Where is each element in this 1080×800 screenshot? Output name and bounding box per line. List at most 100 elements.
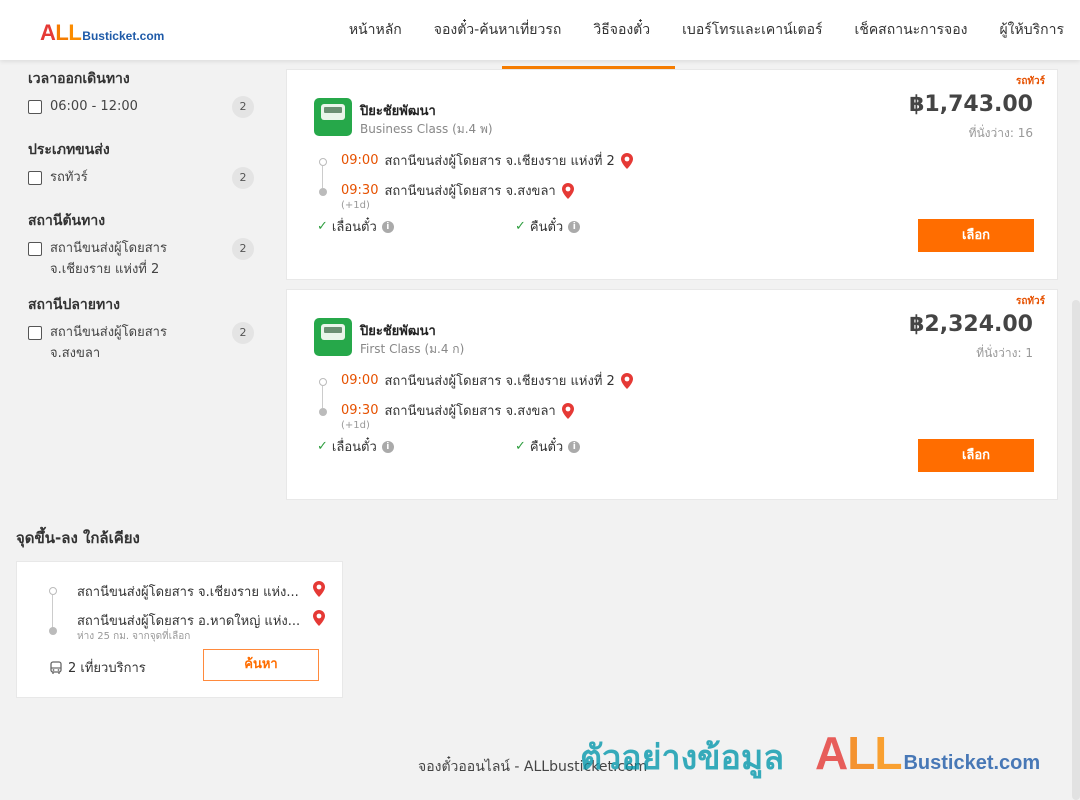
filter-title: สถานีปลายทาง <box>28 297 120 313</box>
logo-letter-a: A <box>40 20 56 45</box>
depart-place: สถานีขนส่งผู้โดยสาร จ.เชียงราย แห่งที่ 2 <box>384 374 615 389</box>
filter-option[interactable]: รถทัวร์ 2 <box>28 167 258 189</box>
page-scrollbar[interactable] <box>1072 300 1080 800</box>
filter-option-label: สถานีขนส่งผู้โดยสาร จ.เชียงราย แห่งที่ 2 <box>50 241 167 277</box>
nav-active-indicator <box>502 66 675 69</box>
route-end-dot <box>319 408 327 416</box>
filter-checkbox[interactable] <box>28 242 42 256</box>
nearby-from-station: สถานีขนส่งผู้โดยสาร จ.เชียงราย แห่ง... <box>77 585 299 600</box>
route-start-dot <box>49 587 57 595</box>
logo-letter-l2: L <box>68 20 82 45</box>
nearby-distance: ห่าง 25 กม. จากจุดที่เลือก <box>77 631 191 642</box>
nearby-trip-count: 2 เที่ยวบริการ <box>49 657 146 678</box>
nearby-trip-count-label: 2 เที่ยวบริการ <box>68 661 146 676</box>
select-trip-button[interactable]: เลือก <box>918 439 1034 472</box>
trip-price: ฿2,324.00 <box>909 312 1033 337</box>
arrive-place: สถานีขนส่งผู้โดยสาร จ.สงขลา <box>384 184 556 199</box>
feature-refund: ✓ คืนตั๋ว i <box>515 436 581 457</box>
operator-name: ปิยะชัยพัฒนา <box>360 104 436 119</box>
check-icon: ✓ <box>515 439 526 454</box>
filter-origin-station: สถานีต้นทาง สถานีขนส่งผู้โดยสาร จ.เชียงร… <box>28 210 258 280</box>
operator-logo <box>314 98 352 136</box>
filter-option[interactable]: 06:00 - 12:00 2 <box>28 96 258 118</box>
bus-photo <box>321 324 345 340</box>
route-line <box>322 386 323 408</box>
trip-price: ฿1,743.00 <box>909 92 1033 117</box>
nearby-search-button[interactable]: ค้นหา <box>203 649 319 681</box>
nav-how-to-book[interactable]: วิธีจองตั๋ว <box>577 0 666 60</box>
filter-title: ประเภทขนส่ง <box>28 142 110 158</box>
watermark-logo-wordmark: Busticket.com <box>903 752 1041 774</box>
feature-label: เลื่อนตั๋ว <box>331 220 377 235</box>
trip-route: 09:00 สถานีขนส่งผู้โดยสาร จ.เชียงราย แห่… <box>317 150 717 220</box>
filter-checkbox[interactable] <box>28 100 42 114</box>
route-start-dot <box>319 378 327 386</box>
route-line <box>52 595 53 628</box>
nav-book-search[interactable]: จองตั๋ว-ค้นหาเที่ยวรถ <box>418 0 578 60</box>
feature-label: คืนตั๋ว <box>529 440 564 455</box>
watermark-letter-a: A <box>815 727 848 779</box>
map-pin-icon[interactable] <box>313 581 325 597</box>
logo-wordmark: Busticket.com <box>82 29 165 43</box>
check-icon: ✓ <box>317 439 328 454</box>
watermark-logo-all: ALL <box>815 726 902 780</box>
filter-title: สถานีต้นทาง <box>28 213 106 229</box>
operator-logo <box>314 318 352 356</box>
trip-card: รถทัวร์ ปิยะชัยพัฒนา First Class (ม.4 ก)… <box>286 289 1058 500</box>
filter-count-badge: 2 <box>232 322 254 344</box>
feature-reschedule: ✓ เลื่อนตั๋ว i <box>317 216 394 237</box>
bus-class: Business Class (ม.4 พ) <box>360 122 493 136</box>
nav-operators[interactable]: ผู้ให้บริการ <box>983 0 1080 60</box>
info-icon[interactable]: i <box>381 440 394 453</box>
arrive-stop: 09:30 สถานีขนส่งผู้โดยสาร จ.สงขลา <box>341 400 574 421</box>
info-icon[interactable]: i <box>568 440 581 453</box>
nearby-to-station: สถานีขนส่งผู้โดยสาร อ.หาดใหญ่ แห่ง... <box>77 614 301 629</box>
map-pin-icon[interactable] <box>620 152 633 169</box>
filter-transport-type: ประเภทขนส่ง รถทัวร์ 2 <box>28 139 258 189</box>
sample-data-watermark: ตัวอย่างข้อมูล <box>580 738 785 778</box>
nav-phone-counters[interactable]: เบอร์โทรและเคาน์เตอร์ <box>666 0 838 60</box>
filter-count-badge: 2 <box>232 167 254 189</box>
select-trip-button[interactable]: เลือก <box>918 219 1034 252</box>
main-nav: หน้าหลัก จองตั๋ว-ค้นหาเที่ยวรถ วิธีจองตั… <box>333 0 1080 60</box>
info-icon[interactable]: i <box>568 220 581 233</box>
depart-time: 09:00 <box>341 153 379 168</box>
map-pin-icon[interactable] <box>313 610 325 626</box>
watermark-logo: ALL Busticket.com <box>815 726 1040 780</box>
info-icon[interactable]: i <box>381 220 394 233</box>
next-day-indicator: (+1d) <box>341 420 370 431</box>
nav-home[interactable]: หน้าหลัก <box>333 0 418 60</box>
watermark-letter-l2: L <box>874 727 902 779</box>
map-pin-icon[interactable] <box>620 372 633 389</box>
depart-place: สถานีขนส่งผู้โดยสาร จ.เชียงราย แห่งที่ 2 <box>384 154 615 169</box>
filter-sidebar: เวลาออกเดินทาง 06:00 - 12:00 2 ประเภทขนส… <box>28 60 258 372</box>
site-logo[interactable]: ALL Busticket.com <box>40 20 164 46</box>
filter-checkbox[interactable] <box>28 326 42 340</box>
feature-reschedule: ✓ เลื่อนตั๋ว i <box>317 436 394 457</box>
bus-photo <box>321 104 345 120</box>
filter-title: เวลาออกเดินทาง <box>28 71 130 87</box>
bus-icon <box>50 660 62 674</box>
filter-option[interactable]: สถานีขนส่งผู้โดยสาร จ.เชียงราย แห่งที่ 2… <box>28 238 258 280</box>
watermark-letter-l1: L <box>847 727 875 779</box>
map-pin-icon[interactable] <box>561 402 574 419</box>
filter-option-label: สถานีขนส่งผู้โดยสาร จ.สงขลา <box>50 325 167 361</box>
arrive-time: 09:30 <box>341 403 379 418</box>
filter-checkbox[interactable] <box>28 171 42 185</box>
nearby-route-card: สถานีขนส่งผู้โดยสาร จ.เชียงราย แห่ง... ส… <box>16 561 343 698</box>
route-line <box>322 166 323 188</box>
top-header: ALL Busticket.com หน้าหลัก จองตั๋ว-ค้นหา… <box>0 0 1080 60</box>
depart-stop: 09:00 สถานีขนส่งผู้โดยสาร จ.เชียงราย แห่… <box>341 370 633 391</box>
nearby-section-title: จุดขึ้น-ลง ใกล้เคียง <box>16 529 140 547</box>
transport-type-tag: รถทัวร์ <box>1015 76 1045 87</box>
map-pin-icon[interactable] <box>561 182 574 199</box>
feature-label: คืนตั๋ว <box>529 220 564 235</box>
filter-option[interactable]: สถานีขนส่งผู้โดยสาร จ.สงขลา 2 <box>28 322 258 364</box>
route-end-dot <box>49 627 57 635</box>
route-end-dot <box>319 188 327 196</box>
trip-route: 09:00 สถานีขนส่งผู้โดยสาร จ.เชียงราย แห่… <box>317 370 717 440</box>
nav-booking-status[interactable]: เช็คสถานะการจอง <box>839 0 984 60</box>
seats-available: ที่นั่งว่าง: 1 <box>976 346 1033 360</box>
filter-count-badge: 2 <box>232 238 254 260</box>
filter-option-label: 06:00 - 12:00 <box>50 99 138 114</box>
